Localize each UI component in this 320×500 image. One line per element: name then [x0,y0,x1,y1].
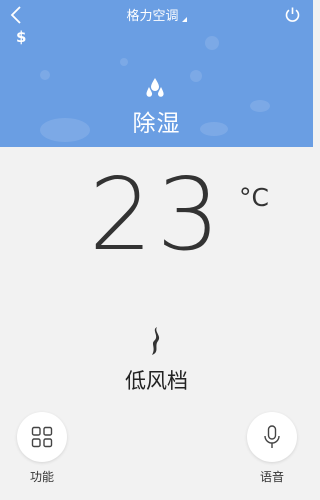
function-label: 功能 [29,470,54,484]
mode-banner: $ 格力空调 除湿 [0,0,313,147]
dropdown-triangle-icon [181,17,187,22]
device-title[interactable]: 格力空调 [0,5,313,24]
bg-drop [190,70,202,82]
device-title-text: 格力空调 [126,9,179,24]
voice-button[interactable] [247,412,297,462]
grid-icon [31,426,53,448]
bg-drop [120,58,128,66]
dehumidify-drops-icon [146,78,164,97]
fan-speed-label[interactable]: 低风档 [0,365,313,395]
fan-speed-icon [152,327,160,355]
bg-drop [40,70,50,80]
temperature-value: 23 [88,156,225,273]
temperature-unit: °C [239,183,269,212]
function-button[interactable] [17,412,67,462]
mode-label[interactable]: 除湿 [0,104,313,138]
microphone-icon [264,425,280,448]
dollar-icon[interactable]: $ [16,28,26,46]
bg-drop [205,36,219,50]
voice-label: 语音 [259,470,284,484]
power-icon[interactable] [284,6,301,23]
